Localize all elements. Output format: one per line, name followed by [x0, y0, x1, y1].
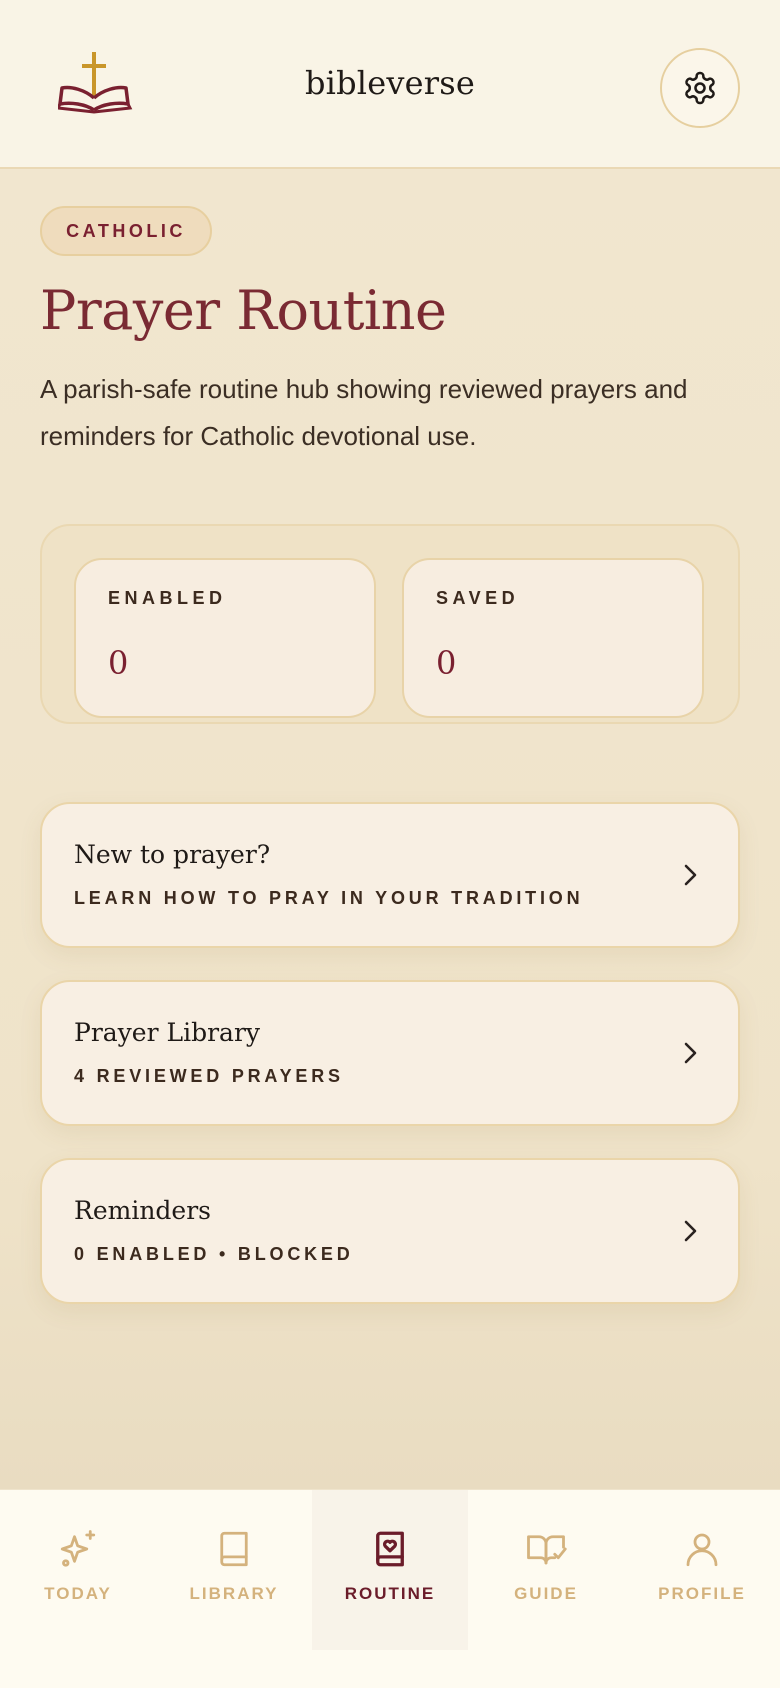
tradition-badge: CATHOLIC: [40, 206, 212, 256]
prayer-library-card[interactable]: Prayer Library 4 REVIEWED PRAYERS: [40, 980, 740, 1126]
card-subtitle: 4 REVIEWED PRAYERS: [74, 1066, 344, 1086]
tab-library[interactable]: LIBRARY: [156, 1490, 312, 1650]
stat-label: SAVED: [436, 588, 520, 608]
chevron-right-icon: [684, 1042, 697, 1064]
chevron-right-icon: [684, 864, 697, 886]
book-heart-icon: [376, 1531, 404, 1567]
stats-panel: ENABLED 0 SAVED 0: [40, 524, 740, 724]
stat-card-saved: SAVED 0: [402, 558, 704, 718]
tab-guide[interactable]: GUIDE: [468, 1490, 624, 1650]
page-description: A parish-safe routine hub showing review…: [40, 374, 688, 451]
sparkles-icon: [60, 1530, 96, 1567]
settings-button[interactable]: [660, 48, 740, 128]
card-title: New to prayer?: [74, 840, 271, 869]
card-subtitle: LEARN HOW TO PRAY IN YOUR TRADITION: [74, 888, 584, 908]
tab-label: PROFILE: [658, 1584, 746, 1603]
tab-today[interactable]: TODAY: [0, 1490, 156, 1650]
app-header: bibleverse: [0, 0, 780, 169]
reminders-card[interactable]: Reminders 0 ENABLED • BLOCKED: [40, 1158, 740, 1304]
new-to-prayer-card[interactable]: New to prayer? LEARN HOW TO PRAY IN YOUR…: [40, 802, 740, 948]
tab-label: LIBRARY: [189, 1584, 279, 1603]
stat-card-enabled: ENABLED 0: [74, 558, 376, 718]
card-title: Reminders: [74, 1196, 211, 1225]
tab-label: ROUTINE: [344, 1584, 436, 1603]
book-icon: [220, 1531, 248, 1567]
card-subtitle: 0 ENABLED • BLOCKED: [74, 1244, 354, 1264]
main-content: CATHOLIC Prayer Routine A parish-safe ro…: [0, 171, 780, 1489]
page-title: Prayer Routine: [40, 279, 447, 342]
tab-label: TODAY: [44, 1584, 112, 1603]
tab-label: GUIDE: [514, 1584, 578, 1603]
tab-routine[interactable]: ROUTINE: [312, 1490, 468, 1650]
open-book-check-icon: [527, 1535, 567, 1565]
tab-profile[interactable]: PROFILE: [624, 1490, 780, 1650]
card-title: Prayer Library: [74, 1018, 261, 1047]
user-icon: [686, 1533, 718, 1567]
stat-value: 0: [108, 644, 129, 682]
bottom-tab-bar: TODAY LIBRARY ROUTINE GUIDE PROFILE: [0, 1489, 780, 1688]
stat-value: 0: [436, 644, 457, 682]
gear-icon: [685, 71, 715, 105]
chevron-right-icon: [684, 1220, 697, 1242]
stat-label: ENABLED: [108, 588, 227, 608]
